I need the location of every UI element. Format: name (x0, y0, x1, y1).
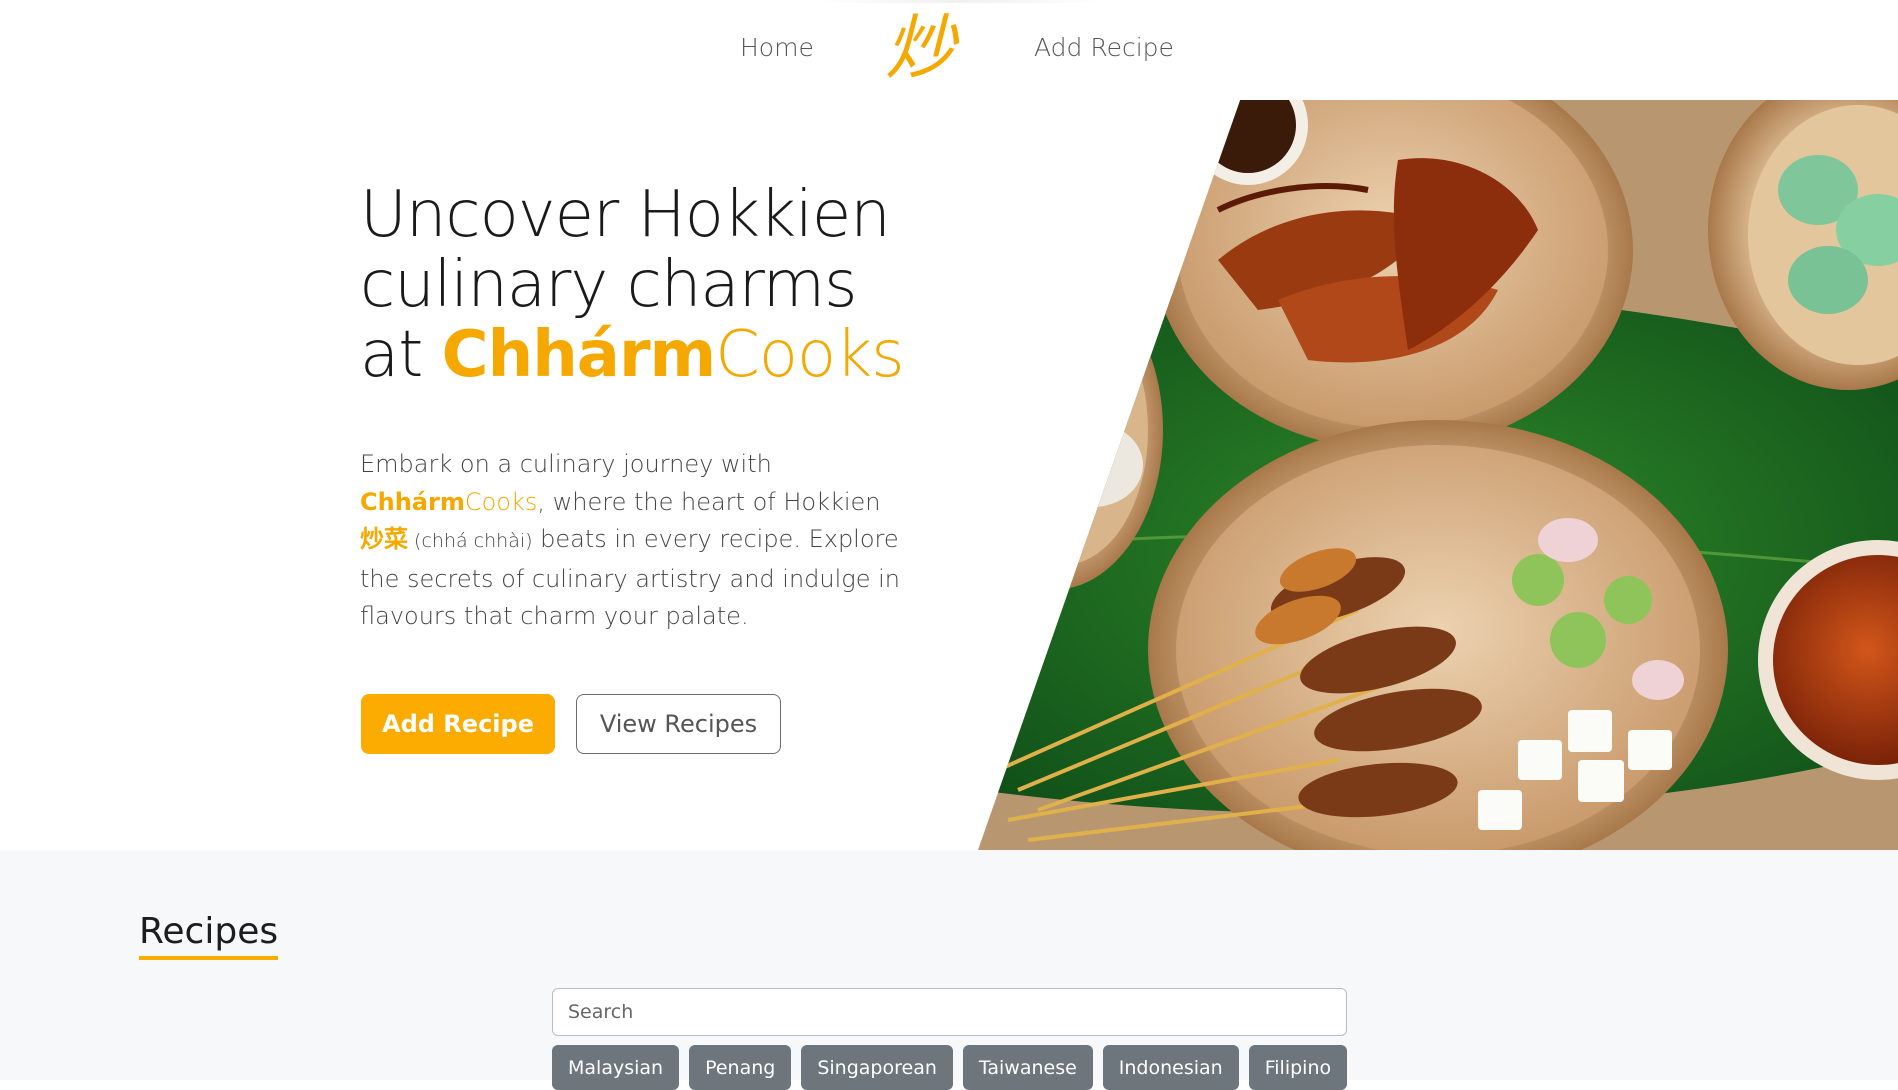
hero-text-intro: Embark on a culinary journey with (360, 450, 772, 478)
add-recipe-button[interactable]: Add Recipe (361, 694, 555, 754)
logo-chao-icon[interactable]: 炒 (885, 6, 955, 90)
navbar-shadow (815, 0, 1105, 3)
hero-text-hanzi: 炒菜 (360, 525, 408, 553)
hero-title: Uncover Hokkien culinary charms at Chhár… (360, 180, 920, 390)
view-recipes-button[interactable]: View Recipes (576, 694, 781, 754)
filter-chip-penang[interactable]: Penang (689, 1045, 792, 1090)
cuisine-filter-list: Malaysian Penang Singaporean Taiwanese I… (552, 1045, 1348, 1090)
hero-text-comma: , (537, 487, 545, 516)
hero-title-line1: Uncover Hokkien (360, 178, 891, 252)
hero-section: Uncover Hokkien culinary charms at Chhár… (0, 100, 1898, 850)
hero-text-romanization: (chhá chhài) (408, 530, 533, 552)
filter-chip-taiwanese[interactable]: Taiwanese (962, 1045, 1093, 1090)
hero-text-brand-light: Cooks (464, 487, 538, 516)
filter-chip-singaporean[interactable]: Singaporean (801, 1045, 953, 1090)
hero-text-brand-bold: Chhárm (360, 487, 465, 516)
hero-description: Embark on a culinary journey with Chhárm… (360, 446, 900, 636)
filter-chip-malaysian[interactable]: Malaysian (552, 1045, 680, 1090)
recipes-heading: Recipes (139, 911, 279, 960)
filter-chip-filipino[interactable]: Filipino (1248, 1045, 1348, 1090)
brand-name-bold: Chhárm (441, 318, 717, 392)
hero-title-line2: culinary charms (360, 248, 857, 322)
hero-food-image (978, 100, 1898, 850)
hero-text-mid: where the heart of Hokkien (545, 487, 881, 516)
top-navbar: Home 炒 Add Recipe (0, 0, 1898, 100)
nav-home-link[interactable]: Home (740, 33, 814, 62)
brand-name-light: Cooks (715, 318, 904, 392)
search-input[interactable] (552, 988, 1347, 1036)
nav-add-recipe-link[interactable]: Add Recipe (1034, 33, 1174, 62)
recipes-section: Recipes Malaysian Penang Singaporean Tai… (0, 850, 1898, 1090)
hero-title-at: at (360, 318, 442, 392)
filter-chip-indonesian[interactable]: Indonesian (1102, 1045, 1239, 1090)
